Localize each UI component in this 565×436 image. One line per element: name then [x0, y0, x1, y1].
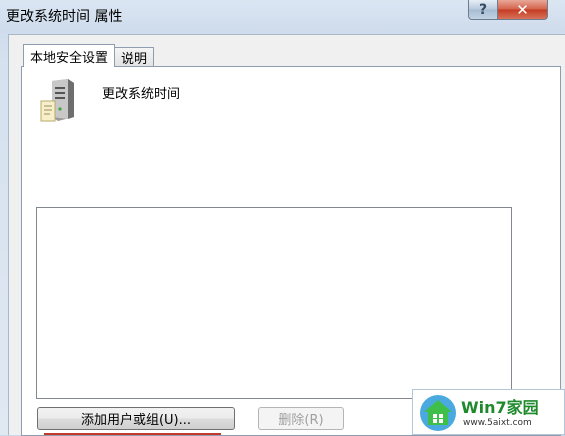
close-icon: ✕ [516, 0, 529, 19]
tab-panel: 更改系统时间 添加用户或组(U)... 删除(R) [21, 66, 561, 436]
watermark-title: Win7家园 [461, 398, 539, 417]
title-buttons: ? ✕ [468, 0, 548, 22]
policy-name: 更改系统时间 [102, 87, 181, 102]
watermark-badge: Win7家园 www.5aixt.com [412, 389, 565, 435]
help-icon: ? [478, 1, 488, 18]
title-bar[interactable]: 更改系统时间 属性 ? ✕ [0, 0, 565, 34]
server-computer-icon [40, 79, 74, 122]
tab-local-security-setting[interactable]: 本地安全设置 [23, 44, 116, 67]
button-label: 删除(R) [278, 413, 324, 428]
tab-strip: 本地安全设置 说明 [23, 44, 155, 67]
house-logo-icon [420, 395, 456, 431]
help-button[interactable]: ? [468, 0, 498, 20]
add-user-or-group-button[interactable]: 添加用户或组(U)... [37, 407, 235, 430]
tab-explain[interactable]: 说明 [114, 47, 155, 67]
close-button[interactable]: ✕ [498, 0, 548, 20]
button-label: 添加用户或组(U)... [80, 413, 192, 428]
window-title: 更改系统时间 属性 [6, 9, 123, 25]
watermark-url: www.5aixt.com [463, 418, 532, 428]
properties-window: 更改系统时间 属性 ? ✕ 本地安全设置 说明 更改系统时间 添加用户或组(U)… [0, 0, 565, 436]
dialog-body: 本地安全设置 说明 更改系统时间 添加用户或组(U)... 删除(R) [8, 34, 565, 436]
remove-button[interactable]: 删除(R) [258, 407, 344, 430]
users-groups-listbox[interactable] [36, 207, 512, 399]
tab-label: 本地安全设置 [30, 50, 109, 66]
tab-label: 说明 [121, 52, 148, 67]
